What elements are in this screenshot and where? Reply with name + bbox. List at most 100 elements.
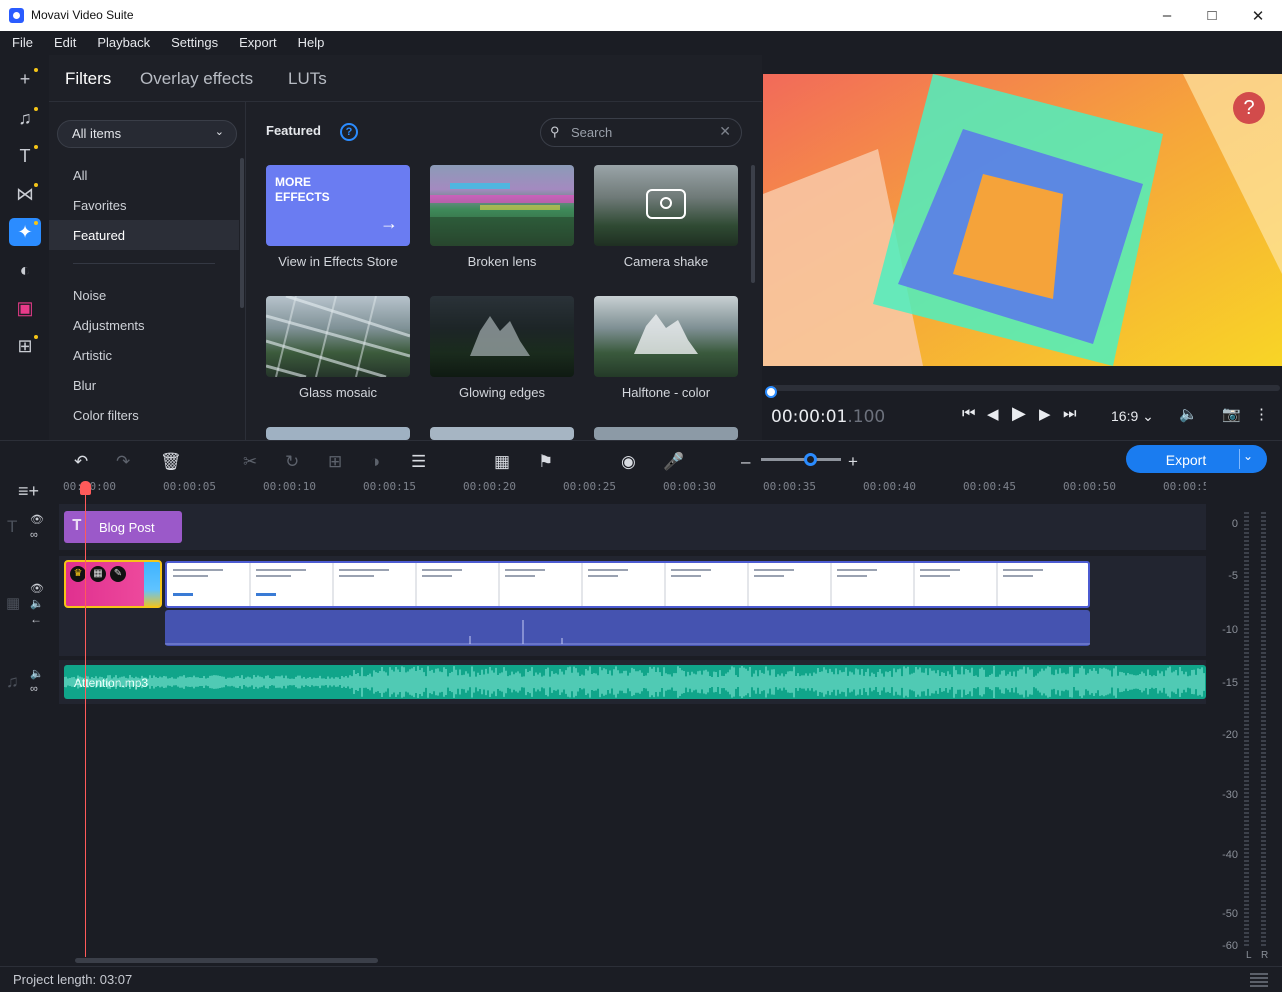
grid-separator: [245, 102, 246, 440]
zoom-slider[interactable]: [761, 458, 841, 461]
more-tools-icon[interactable]: ⊞: [9, 332, 41, 360]
step-back-icon[interactable]: ◀: [987, 405, 999, 423]
store-icon[interactable]: ▣: [9, 294, 41, 322]
playhead[interactable]: [85, 486, 86, 957]
menu-export[interactable]: Export: [227, 31, 286, 55]
timeline-scrollbar-thumb[interactable]: [75, 958, 378, 963]
link-icon[interactable]: ∞: [30, 683, 38, 695]
ruler-tick: 00:00:40: [863, 480, 916, 493]
menu-file[interactable]: File: [0, 31, 42, 55]
transitions-icon[interactable]: ⋈: [9, 180, 41, 208]
filters-icon[interactable]: ✦: [9, 218, 41, 246]
more-effects-card[interactable]: MORE EFFECTS →: [266, 165, 410, 246]
microphone-icon[interactable]: 🎤: [663, 452, 684, 472]
clip-properties-icon[interactable]: ☰: [411, 452, 426, 472]
skip-start-icon[interactable]: ⏮: [962, 405, 976, 422]
delete-icon[interactable]: 🗑: [160, 452, 182, 472]
cut-icon[interactable]: ✂: [243, 452, 257, 472]
visibility-icon[interactable]: 👁: [30, 513, 44, 526]
effect-thumb-glass-mosaic[interactable]: [266, 296, 410, 377]
aspect-ratio-select[interactable]: 16:9 ⌄: [1111, 408, 1154, 425]
category-featured[interactable]: Featured: [49, 220, 239, 250]
category-favorites[interactable]: Favorites: [49, 190, 239, 220]
search-input[interactable]: [571, 125, 721, 140]
category-scrollbar[interactable]: [240, 158, 244, 308]
step-forward-icon[interactable]: ▶: [1039, 405, 1051, 423]
add-track-icon[interactable]: ≡+: [18, 481, 39, 502]
color-adjust-icon[interactable]: ◑: [370, 452, 380, 472]
volume-icon[interactable]: 🔈: [30, 597, 44, 610]
titles-icon[interactable]: T: [9, 142, 41, 170]
audio-clip[interactable]: [64, 665, 1206, 699]
menu-settings[interactable]: Settings: [159, 31, 227, 55]
zoom-in-icon[interactable]: +: [848, 452, 858, 472]
marker-icon[interactable]: ⚑: [538, 452, 553, 472]
menu-edit[interactable]: Edit: [42, 31, 85, 55]
effect-thumb-halftone-color[interactable]: [594, 296, 738, 377]
insert-icon[interactable]: ▦: [494, 452, 510, 472]
tab-luts[interactable]: LUTs: [288, 69, 327, 89]
volume-icon[interactable]: 🔈: [1179, 405, 1198, 423]
effect-thumb-partial[interactable]: [594, 427, 738, 440]
effect-label: Broken lens: [467, 254, 537, 269]
effect-thumb-partial[interactable]: [430, 427, 574, 440]
link-icon[interactable]: ∞: [30, 529, 38, 541]
category-select[interactable]: All items ⌄: [57, 120, 237, 148]
effect-thumb-camera-shake[interactable]: [594, 165, 738, 246]
seek-bar[interactable]: [770, 385, 1280, 391]
help-button[interactable]: ?: [1233, 92, 1265, 124]
stickers-icon[interactable]: ◐: [9, 256, 41, 284]
redo-icon[interactable]: ↷: [116, 452, 130, 472]
export-button[interactable]: Export ⌄: [1126, 445, 1267, 473]
category-adjustments[interactable]: Adjustments: [49, 310, 239, 340]
category-color-filters[interactable]: Color filters: [49, 400, 239, 430]
tab-overlay-effects[interactable]: Overlay effects: [140, 69, 253, 89]
record-icon[interactable]: ◉: [621, 452, 636, 472]
title-bar: Movavi Video Suite – □ ✕: [0, 0, 1282, 31]
snapshot-icon[interactable]: 📷: [1222, 405, 1241, 423]
rotate-icon[interactable]: ↻: [285, 452, 299, 472]
more-options-icon[interactable]: ⋮: [1254, 405, 1269, 423]
category-blur[interactable]: Blur: [49, 370, 239, 400]
effect-thumb-glowing-edges[interactable]: [430, 296, 574, 377]
minimize-icon[interactable]: –: [1144, 0, 1190, 31]
intro-clip[interactable]: ♛ ▦ ✎: [64, 560, 162, 608]
text-icon: 𝐓: [72, 517, 82, 534]
maximize-icon[interactable]: □: [1189, 0, 1235, 31]
category-noise[interactable]: Noise: [49, 280, 239, 310]
clear-icon[interactable]: ✕: [719, 123, 731, 140]
category-all[interactable]: All: [49, 160, 239, 190]
video-audio-waveform[interactable]: [165, 610, 1090, 646]
add-media-icon[interactable]: +: [9, 65, 41, 93]
skip-end-icon[interactable]: ⏭: [1063, 405, 1077, 422]
category-artistic[interactable]: Artistic: [49, 340, 239, 370]
zoom-slider-handle[interactable]: [804, 453, 817, 466]
crop-icon[interactable]: ⊞: [328, 452, 342, 472]
meter-toggle-icon[interactable]: [1250, 973, 1268, 987]
menu-help[interactable]: Help: [286, 31, 334, 55]
effect-thumb-broken-lens[interactable]: [430, 165, 574, 246]
effect-thumb-partial[interactable]: [266, 427, 410, 440]
music-icon[interactable]: ♫: [9, 104, 41, 132]
effects-scrollbar[interactable]: [751, 165, 755, 283]
play-icon[interactable]: ▶: [1012, 403, 1026, 424]
preview-frame: [763, 74, 1282, 366]
visibility-icon[interactable]: 👁: [30, 582, 44, 595]
clip-edge: [144, 562, 160, 606]
menu-playback[interactable]: Playback: [85, 31, 159, 55]
playhead-handle[interactable]: [80, 481, 91, 495]
link-arrow-icon[interactable]: ←: [30, 612, 42, 626]
tab-filters[interactable]: Filters: [65, 69, 111, 89]
seek-handle[interactable]: [765, 386, 777, 398]
ruler-tick: 00:00:30: [663, 480, 716, 493]
meter-scale-label: -30: [1222, 789, 1238, 801]
zoom-out-icon[interactable]: –: [741, 452, 750, 472]
title-clip[interactable]: 𝐓 Blog Post: [64, 511, 182, 543]
undo-icon[interactable]: ↶: [74, 452, 88, 472]
question-icon[interactable]: ?: [340, 123, 358, 141]
timeline-ruler[interactable]: [59, 478, 1206, 502]
close-icon[interactable]: ✕: [1235, 0, 1281, 31]
screen-recording-clip[interactable]: [165, 561, 1090, 608]
export-dropdown-icon[interactable]: ⌄: [1243, 449, 1253, 463]
volume-icon[interactable]: 🔈: [30, 667, 44, 680]
